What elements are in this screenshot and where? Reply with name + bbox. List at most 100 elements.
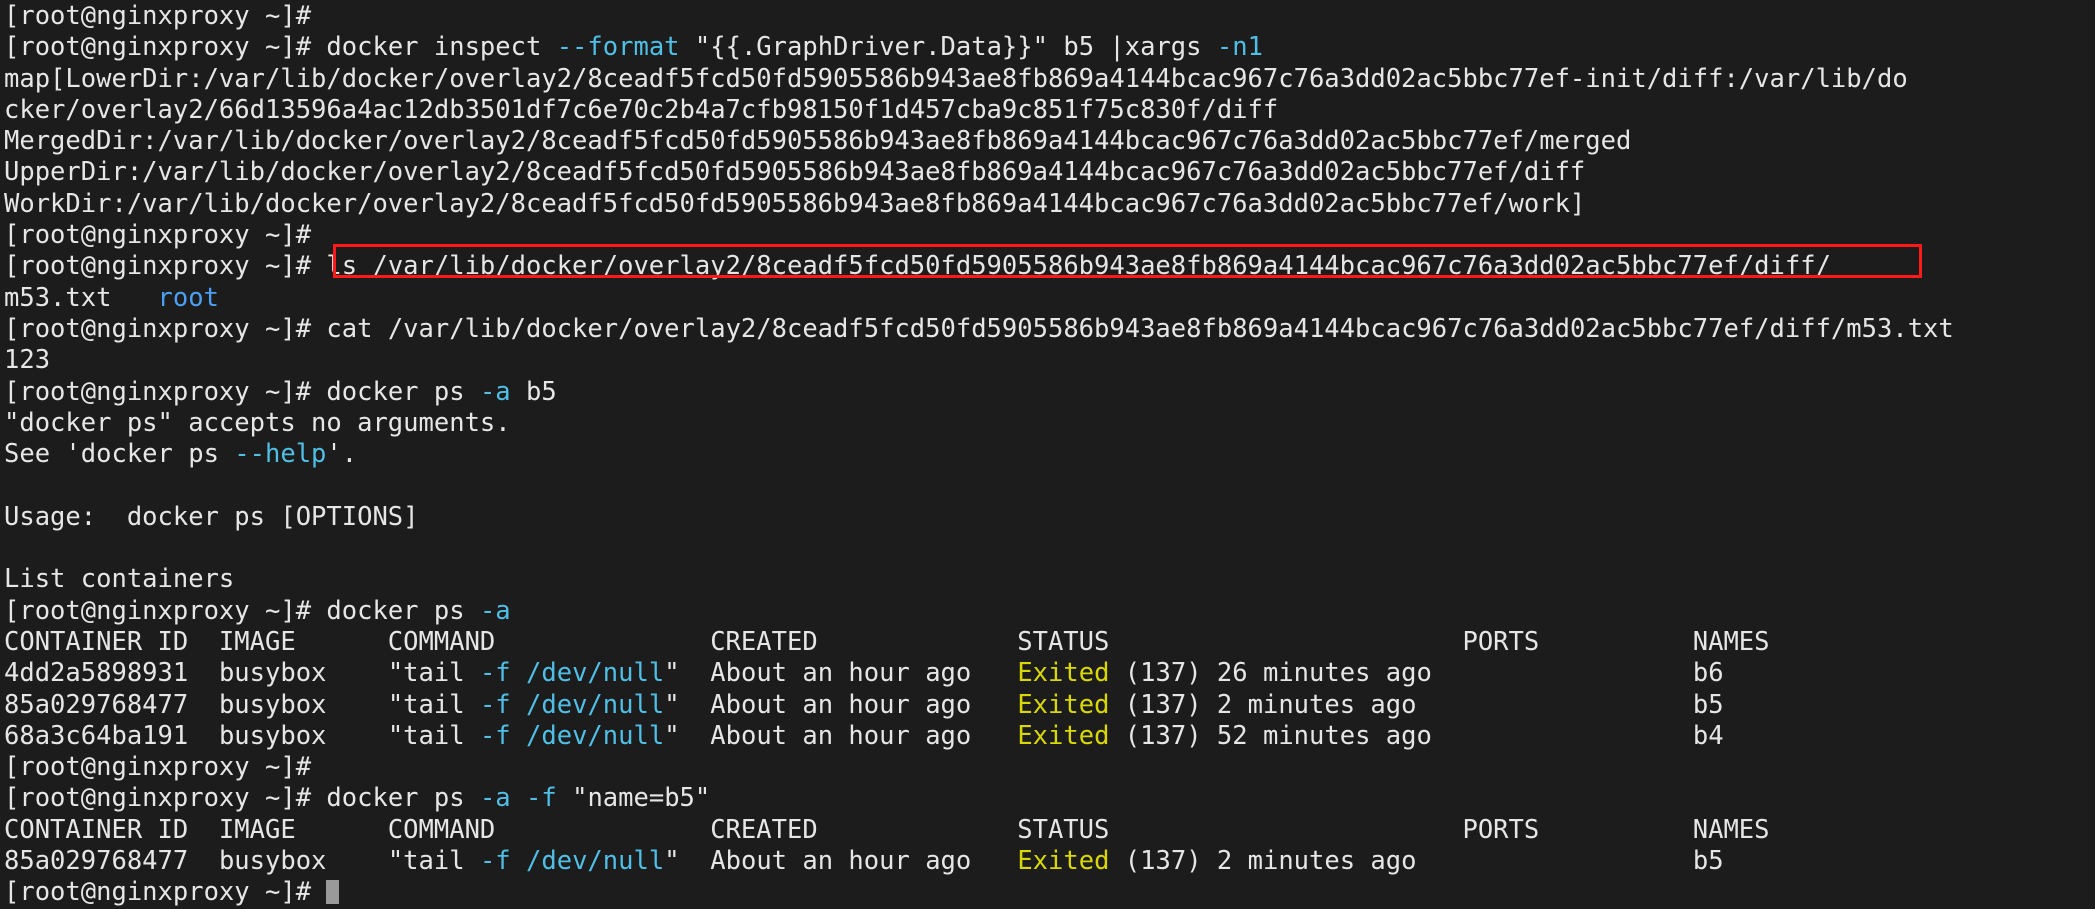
spacer (111, 283, 157, 313)
ps-table-row: 85a029768477 busybox "tail -f /dev/null"… (0, 690, 2095, 721)
output-text: WorkDir:/var/lib/docker/overlay2/8ceadf5… (4, 189, 1585, 219)
help-flag: --help (234, 439, 326, 469)
ps-cell-command-path: /dev/null (511, 658, 665, 688)
terminal-line: See 'docker ps --help'. (0, 439, 2095, 470)
ls-output-directory: root (158, 283, 219, 313)
terminal-line: List containers (0, 564, 2095, 595)
terminal-line: Usage: docker ps [OPTIONS] (0, 502, 2095, 533)
command-flag: -a (480, 596, 511, 626)
terminal-line: "docker ps" accepts no arguments. (0, 408, 2095, 439)
ps-cell-command: "tail (388, 658, 480, 688)
cat-command-text: cat /var/lib/docker/overlay2/8ceadf5fcd5… (326, 314, 1953, 344)
command-text: docker ps (326, 783, 480, 813)
terminal-line: UpperDir:/var/lib/docker/overlay2/8ceadf… (0, 157, 2095, 188)
ps-cell-ports (1463, 658, 1693, 688)
command-text: docker ps (326, 596, 480, 626)
shell-prompt: [root@nginxproxy ~]# (4, 1, 326, 31)
shell-prompt: [root@nginxproxy ~]# (4, 783, 326, 813)
ps-cell-command-flag: -f (480, 846, 511, 876)
shell-prompt: [root@nginxproxy ~]# (4, 877, 326, 907)
terminal-window[interactable]: [root@nginxproxy ~]# [root@nginxproxy ~]… (0, 0, 2095, 909)
terminal-line: 123 (0, 345, 2095, 376)
terminal-blank-line (0, 470, 2095, 501)
terminal-line: [root@nginxproxy ~]# (0, 0, 2095, 32)
output-text: MergedDir:/var/lib/docker/overlay2/8cead… (4, 126, 1631, 156)
ps-cell-command-path: /dev/null (511, 690, 665, 720)
ps-cell-container-id: 85a029768477 (4, 846, 219, 876)
ps-cell-command-end: " (664, 721, 710, 751)
ps-cell-created: About an hour ago (710, 721, 1017, 751)
command-arg: "name=b5" (557, 783, 711, 813)
error-text: '. (326, 439, 357, 469)
shell-prompt: [root@nginxproxy ~]# (4, 314, 326, 344)
ps-table-row: 4dd2a5898931 busybox "tail -f /dev/null"… (0, 658, 2095, 689)
terminal-line: [root@nginxproxy ~]# (0, 220, 2095, 251)
ps-table-header: CONTAINER ID IMAGE COMMAND CREATED STATU… (0, 627, 2095, 658)
ps-cell-image: busybox (219, 721, 388, 751)
ps-cell-status-rest: (137) 52 minutes ago (1109, 721, 1462, 751)
ps-cell-command-flag: -f (480, 658, 511, 688)
command-flag: -a (480, 783, 511, 813)
ps-cell-created: About an hour ago (710, 690, 1017, 720)
ps-cell-command: "tail (388, 690, 480, 720)
command-text: docker inspect (326, 32, 556, 62)
terminal-line: MergedDir:/var/lib/docker/overlay2/8cead… (0, 126, 2095, 157)
command-flag: -a (480, 377, 511, 407)
ps-table-header-text: CONTAINER ID IMAGE COMMAND CREATED STATU… (4, 815, 1770, 845)
terminal-blank-line (0, 533, 2095, 564)
command-text: "{{.GraphDriver.Data}}" b5 |xargs (680, 32, 1217, 62)
error-text: "docker ps" accepts no arguments. (4, 408, 511, 438)
shell-prompt: [root@nginxproxy ~]# (4, 220, 326, 250)
usage-description: List containers (4, 564, 234, 594)
ps-cell-status-rest: (137) 2 minutes ago (1109, 690, 1462, 720)
spacer (511, 783, 526, 813)
terminal-line: [root@nginxproxy ~]# docker ps -a (0, 596, 2095, 627)
ps-cell-status-state: Exited (1017, 721, 1109, 751)
ps-cell-names: b4 (1693, 721, 1724, 751)
shell-prompt: [root@nginxproxy ~]# (4, 377, 326, 407)
ps-cell-status-state: Exited (1017, 846, 1109, 876)
ps-cell-ports (1463, 690, 1693, 720)
ps-cell-command-end: " (664, 658, 710, 688)
output-text: cker/overlay2/66d13596a4ac12db3501df7c6e… (4, 95, 1278, 125)
ps-cell-command-end: " (664, 690, 710, 720)
usage-text: Usage: docker ps [OPTIONS] (4, 502, 419, 532)
ps-table-row: 68a3c64ba191 busybox "tail -f /dev/null"… (0, 721, 2095, 752)
ps-cell-container-id: 68a3c64ba191 (4, 721, 219, 751)
command-flag: -n1 (1217, 32, 1263, 62)
ps-cell-names: b6 (1693, 658, 1724, 688)
ps-cell-command-path: /dev/null (511, 846, 665, 876)
terminal-line: map[LowerDir:/var/lib/docker/overlay2/8c… (0, 64, 2095, 95)
ps-cell-command: "tail (388, 846, 480, 876)
ps-cell-command-flag: -f (480, 690, 511, 720)
terminal-cursor (326, 880, 339, 904)
command-flag: -f (526, 783, 557, 813)
ps-cell-command: "tail (388, 721, 480, 751)
ls-command-text: ls /var/lib/docker/overlay2/8ceadf5fcd50… (326, 251, 1831, 281)
cat-output: 123 (4, 345, 50, 375)
error-text: See 'docker ps (4, 439, 234, 469)
terminal-line-ls-command: [root@nginxproxy ~]# ls /var/lib/docker/… (0, 251, 2095, 282)
ps-cell-ports (1463, 721, 1693, 751)
ps-cell-image: busybox (219, 690, 388, 720)
ps-cell-container-id: 85a029768477 (4, 690, 219, 720)
shell-prompt: [root@nginxproxy ~]# (4, 752, 326, 782)
ps-table-header: CONTAINER ID IMAGE COMMAND CREATED STATU… (0, 815, 2095, 846)
output-text: map[LowerDir:/var/lib/docker/overlay2/8c… (4, 64, 1908, 94)
ps-cell-ports (1463, 846, 1693, 876)
terminal-line: [root@nginxproxy ~]# cat /var/lib/docker… (0, 314, 2095, 345)
ps-cell-status-state: Exited (1017, 690, 1109, 720)
ps-cell-created: About an hour ago (710, 658, 1017, 688)
shell-prompt: [root@nginxproxy ~]# (4, 251, 326, 281)
ps-cell-command-path: /dev/null (511, 721, 665, 751)
shell-prompt: [root@nginxproxy ~]# (4, 596, 326, 626)
ps-cell-image: busybox (219, 658, 388, 688)
terminal-line: [root@nginxproxy ~]# docker ps -a -f "na… (0, 783, 2095, 814)
shell-prompt: [root@nginxproxy ~]# (4, 32, 326, 62)
ps-cell-command-end: " (664, 846, 710, 876)
ps-cell-status-rest: (137) 2 minutes ago (1109, 846, 1462, 876)
terminal-line: [root@nginxproxy ~]# docker ps -a b5 (0, 377, 2095, 408)
ps-cell-status-rest: (137) 26 minutes ago (1109, 658, 1462, 688)
ps-cell-names: b5 (1693, 690, 1724, 720)
ps-cell-created: About an hour ago (710, 846, 1017, 876)
